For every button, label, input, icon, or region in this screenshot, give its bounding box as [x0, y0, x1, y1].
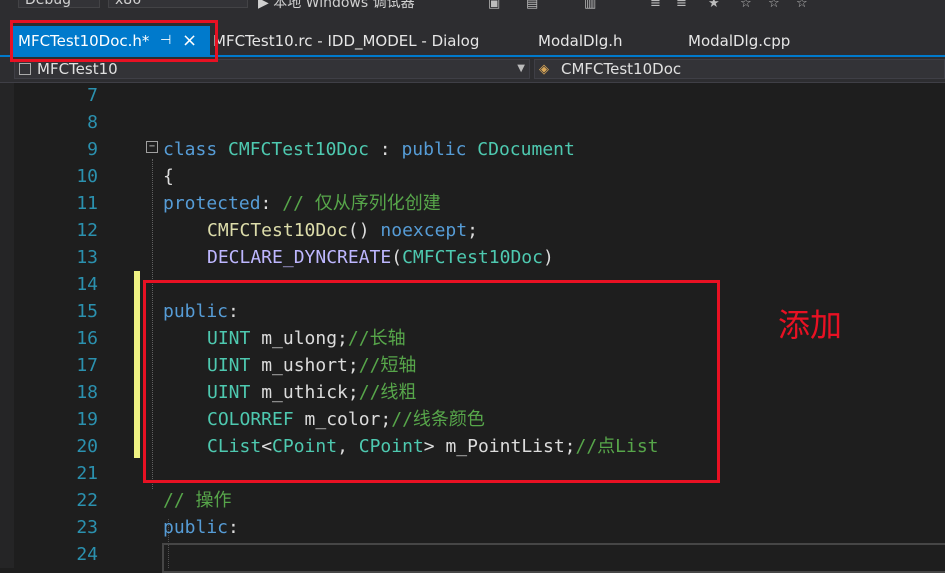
keyword: class: [163, 139, 229, 160]
code-text: {: [163, 166, 174, 187]
line-number: 20: [76, 436, 98, 457]
chevron-down-icon: ▼: [517, 63, 525, 74]
code-text: (): [347, 220, 381, 241]
toolbar-icon[interactable]: ≡: [650, 0, 661, 11]
line-number: 16: [76, 328, 98, 349]
code-line-23[interactable]: public:: [163, 514, 239, 541]
solution-configuration-dropdown[interactable]: Debug: [18, 0, 100, 8]
line-number: 24: [76, 544, 98, 565]
line-number: 17: [76, 355, 98, 376]
keyword: protected: [163, 193, 261, 214]
line-number: 7: [87, 85, 98, 106]
code-line-22[interactable]: // 操作: [163, 487, 232, 514]
line-number: 22: [76, 490, 98, 511]
toolbar-icon[interactable]: ≡: [676, 0, 687, 11]
class-icon: ◈: [539, 62, 549, 77]
code-line-11[interactable]: protected: // 仅从序列化创建: [163, 190, 441, 217]
line-number: 11: [76, 193, 98, 214]
line-number: 8: [87, 112, 98, 133]
line-number: 19: [76, 409, 98, 430]
comment: // 仅从序列化创建: [282, 193, 441, 214]
line-number: 9: [87, 139, 98, 160]
tab-mfctest10-rc[interactable]: MFCTest10.rc - IDD_MODEL - Dialog: [213, 26, 479, 56]
change-tracking-bar: [134, 271, 140, 458]
scope-dropdown[interactable]: ◈ CMFCTest10Doc: [534, 59, 945, 79]
bookmark-clear-icon[interactable]: ☆: [796, 0, 808, 11]
type-name: CDocument: [477, 139, 575, 160]
project-dropdown[interactable]: MFCTest10 ▼: [14, 59, 530, 79]
code-line-10[interactable]: {: [163, 163, 174, 190]
start-debugging-button[interactable]: ▶ 本地 Windows 调试器: [258, 0, 415, 12]
code-line-9[interactable]: class CMFCTest10Doc : public CDocument: [163, 136, 575, 163]
code-line-12[interactable]: CMFCTest10Doc() noexcept;: [207, 217, 478, 244]
project-icon: [19, 63, 31, 75]
tab-modaldlg-h[interactable]: ModalDlg.h: [538, 26, 623, 56]
toolbar-icon[interactable]: ▥: [584, 0, 596, 11]
line-number: 18: [76, 382, 98, 403]
line-number: 12: [76, 220, 98, 241]
solution-platform-dropdown[interactable]: x86: [108, 0, 248, 8]
line-number: 10: [76, 166, 98, 187]
code-text: (: [391, 247, 403, 268]
function-name: CMFCTest10Doc: [207, 220, 348, 241]
current-line-highlight: [162, 543, 945, 573]
type-name: CMFCTest10Doc: [228, 139, 369, 160]
line-number: 23: [76, 517, 98, 538]
toolbar-icon[interactable]: ▣: [488, 0, 500, 11]
line-number: 13: [76, 247, 98, 268]
added-code-highlight-box: [143, 280, 720, 483]
bookmark-next-icon[interactable]: ☆: [768, 0, 780, 11]
comment: // 操作: [163, 490, 232, 511]
annotation-label: 添加: [778, 306, 843, 344]
macro-name: DECLARE_DYNCREATE: [207, 247, 392, 268]
bookmark-prev-icon[interactable]: ☆: [740, 0, 752, 11]
code-text: ): [542, 247, 554, 268]
code-text: :: [368, 139, 402, 160]
line-number: 15: [76, 301, 98, 322]
tab-modaldlg-cpp[interactable]: ModalDlg.cpp: [688, 26, 790, 56]
line-number: 21: [76, 463, 98, 484]
toolbar-icon[interactable]: ▤: [526, 0, 538, 11]
keyword: noexcept: [380, 220, 468, 241]
type-name: CMFCTest10Doc: [402, 247, 543, 268]
collapse-icon[interactable]: −: [146, 141, 158, 153]
tab-highlight-box: [10, 20, 218, 62]
keyword: public: [401, 139, 478, 160]
code-text: :: [228, 517, 239, 538]
scope-label: CMFCTest10Doc: [561, 60, 682, 78]
code-line-13[interactable]: DECLARE_DYNCREATE(CMFCTest10Doc): [207, 244, 554, 271]
keyword: public: [163, 517, 229, 538]
line-number: 14: [76, 274, 98, 295]
bookmark-icon[interactable]: ★: [708, 0, 720, 11]
project-label: MFCTest10: [37, 60, 118, 78]
code-text: ;: [467, 220, 478, 241]
code-text: :: [260, 193, 283, 214]
editor-margin: [0, 83, 14, 568]
